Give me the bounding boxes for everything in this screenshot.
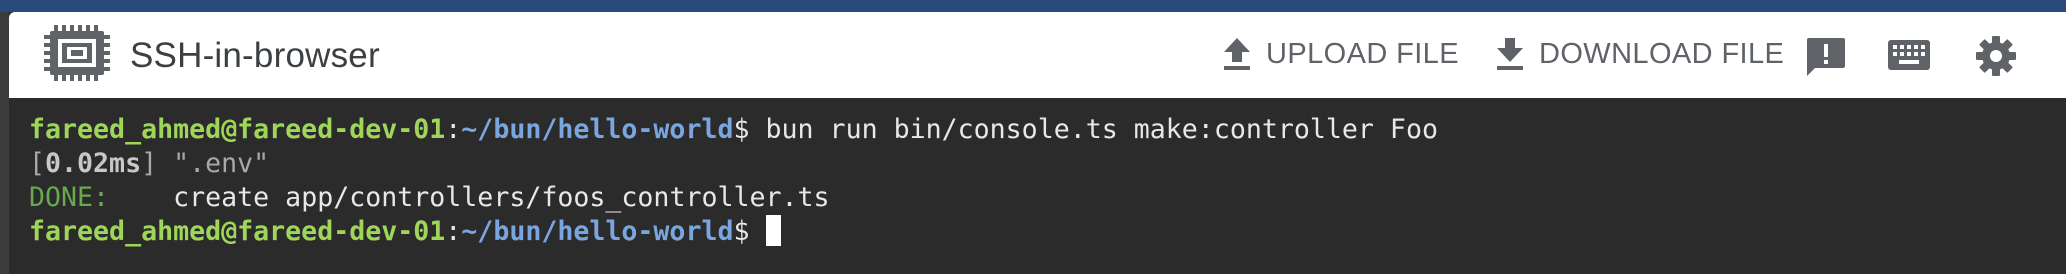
timing-rest: ] ".env" <box>141 148 270 179</box>
prompt-path: ~/bun/hello-world <box>461 216 734 247</box>
gear-icon[interactable] <box>1974 34 2018 78</box>
terminal-cursor <box>765 215 781 246</box>
window-left-frame <box>0 12 9 274</box>
prompt-user: fareed_ahmed@fareed-dev-01 <box>29 114 446 145</box>
upload-file-label: UPLOAD FILE <box>1266 37 1459 70</box>
prompt-colon: : <box>445 216 462 247</box>
upload-file-button[interactable]: UPLOAD FILE <box>1222 34 1459 74</box>
prompt-user: fareed_ahmed@fareed-dev-01 <box>29 216 446 247</box>
timing-value: 0.02ms <box>45 148 142 179</box>
terminal-line: DONE: create app/controllers/foos_contro… <box>29 181 2066 215</box>
download-icon <box>1497 38 1523 70</box>
terminal-line: fareed_ahmed@fareed-dev-01:~/bun/hello-w… <box>29 215 2066 249</box>
app-title: SSH-in-browser <box>130 36 380 75</box>
upload-icon <box>1224 38 1250 70</box>
download-file-button[interactable]: DOWNLOAD FILE <box>1495 34 1784 74</box>
prompt-dollar: $ <box>733 114 750 145</box>
command-text: bun run bin/console.ts make:controller F… <box>749 114 1438 145</box>
prompt-path: ~/bun/hello-world <box>461 114 734 145</box>
done-message: create app/controllers/foos_controller.t… <box>109 182 830 213</box>
terminal-line: fareed_ahmed@fareed-dev-01:~/bun/hello-w… <box>29 113 2066 147</box>
terminal[interactable]: fareed_ahmed@fareed-dev-01:~/bun/hello-w… <box>9 98 2066 274</box>
terminal-line: [0.02ms] ".env" <box>29 147 2066 181</box>
chip-icon <box>44 25 110 81</box>
done-status: DONE: <box>29 182 110 213</box>
download-file-label: DOWNLOAD FILE <box>1539 37 1785 70</box>
timing-open-bracket: [ <box>29 148 46 179</box>
prompt-colon: : <box>445 114 462 145</box>
feedback-icon[interactable] <box>1803 34 1847 78</box>
prompt-dollar: $ <box>733 216 750 247</box>
keyboard-icon[interactable] <box>1887 34 1931 78</box>
browser-top-strip <box>0 0 2066 12</box>
